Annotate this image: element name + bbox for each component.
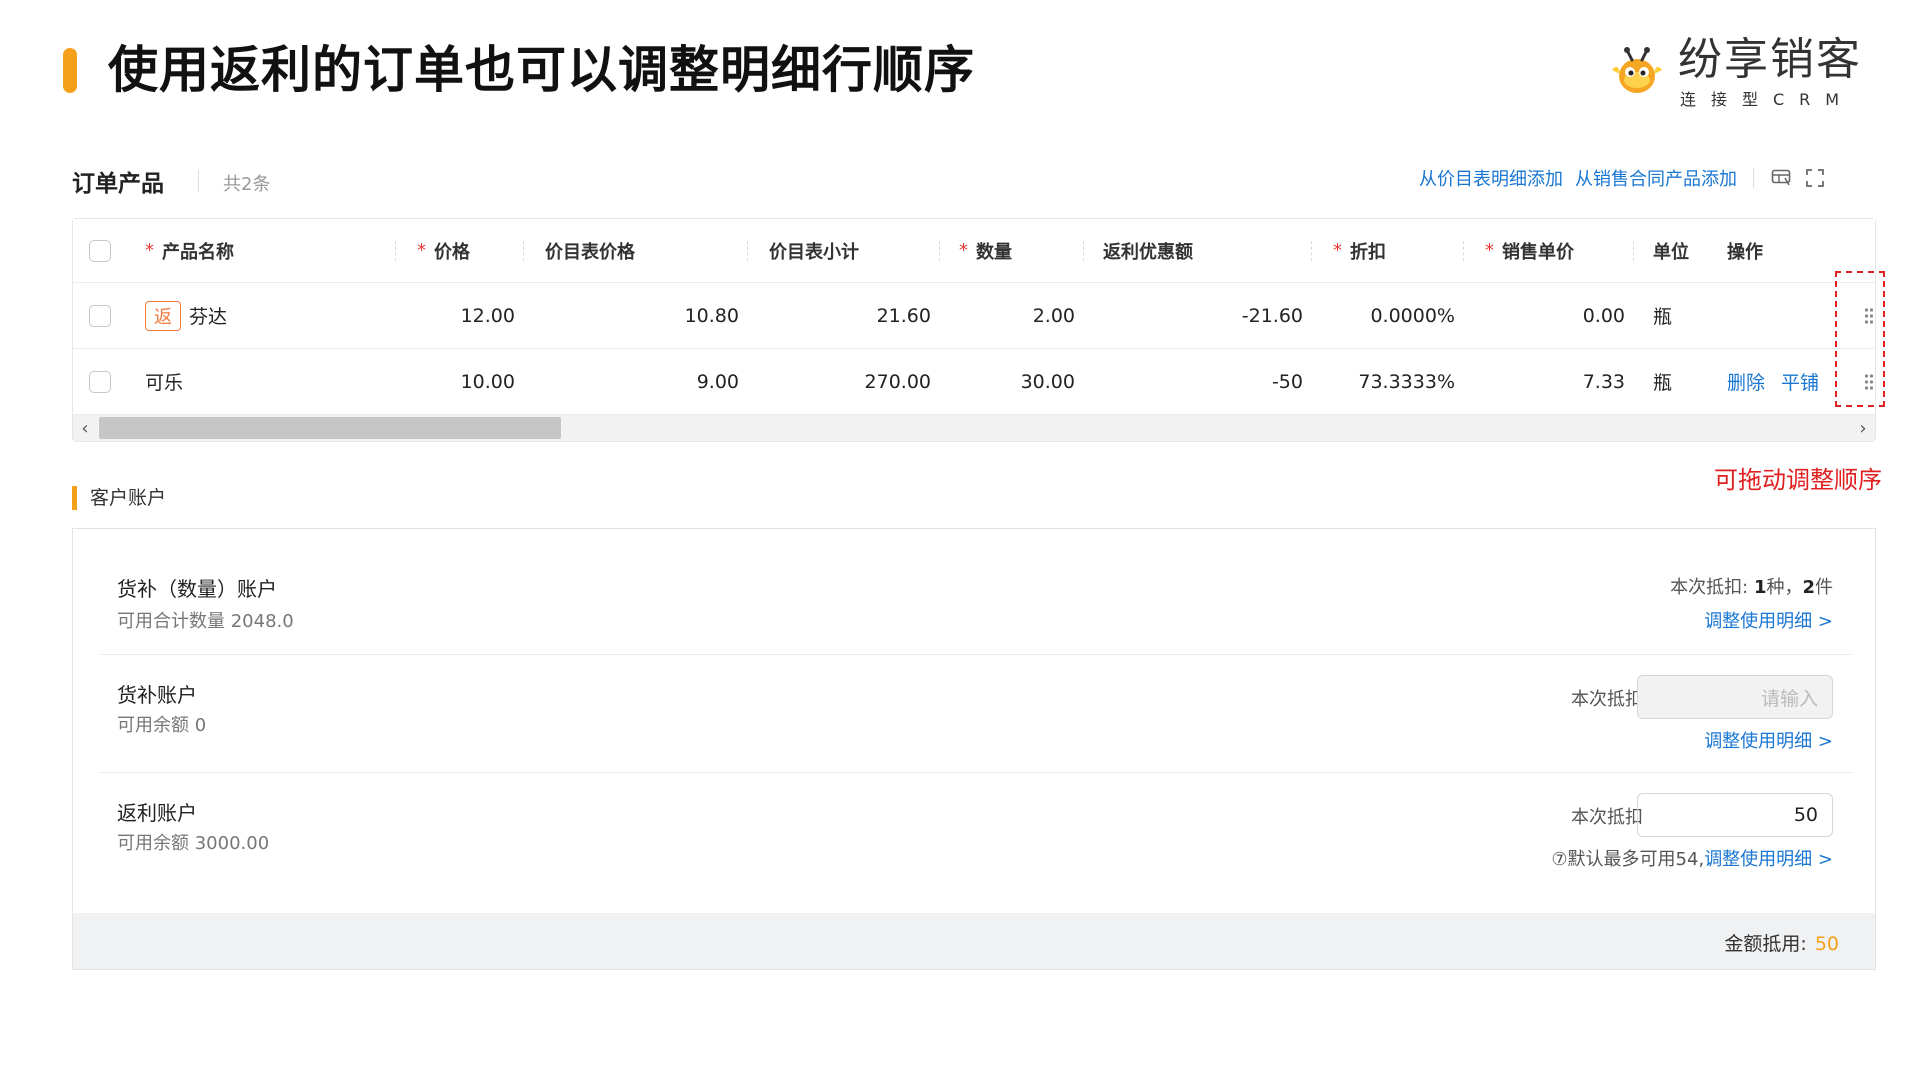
customer-account-panel: 货补（数量）账户 可用合计数量 2048.0 本次抵扣: 1种，2件 调整使用明… [72,528,1876,970]
deduction-total-bar: 金额抵用: 50 [73,913,1875,969]
adjust-details-link[interactable]: 调整使用明细 > [1704,849,1833,870]
unit-cell: 瓶 [1653,372,1673,394]
customer-account-accent [72,486,77,510]
order-products-title: 订单产品 [72,171,164,197]
column-header-list-subtotal: 价目表小计 [769,241,859,263]
list-subtotal-cell: 21.60 [876,304,931,327]
column-header-unit: 单位 [1653,241,1689,263]
column-header-quantity: * 数量 [959,240,1012,263]
product-name-cell: 返 芬达 [145,283,227,348]
product-name: 芬达 [189,306,228,328]
column-header-list-price: 价目表价格 [545,241,635,263]
toolbar-divider [1753,168,1754,188]
add-from-contract-link[interactable]: 从销售合同产品添加 [1575,165,1737,191]
horizontal-scrollbar[interactable]: ‹ › [73,415,1875,441]
quantity-cell[interactable]: 2.00 [953,283,1075,348]
deduct-amount-input[interactable]: 50 [1637,793,1833,837]
deduct-label: 本次抵扣 [1571,689,1643,710]
adjust-details-link[interactable]: 调整使用明细 > [1704,607,1833,633]
column-header-rebate: 返利优惠额 [1103,241,1193,263]
scrollbar-thumb[interactable] [99,417,561,439]
rebate-cell: -50 [1271,370,1303,393]
account-name: 货补（数量）账户 [117,577,277,601]
add-from-price-list-link[interactable]: 从价目表明细添加 [1419,165,1563,191]
column-header-product-name: * 产品名称 [145,240,234,263]
company-logo: 纷享销客 连接型CRM [1606,34,1886,109]
account-name: 返利账户 [117,801,197,825]
column-header-actions: 操作 [1727,241,1763,263]
row-checkbox[interactable] [89,283,111,348]
price-cell[interactable]: 10.00 [413,349,515,414]
table-row: 返 芬达 12.00 10.80 21.60 2.00 -21.60 0.000… [73,283,1875,349]
account-goods-quantity: 货补（数量）账户 可用合计数量 2048.0 本次抵扣: 1种，2件 调整使用明… [99,529,1853,655]
account-balance: 可用余额 3000.00 [117,833,270,854]
rebate-tag: 返 [145,300,181,331]
max-usable-hint: ⑦默认最多可用54, [1551,849,1705,870]
fullscreen-icon[interactable] [1804,167,1826,189]
bee-logo-icon [1612,47,1662,93]
column-header-price: * 价格 [417,240,470,263]
list-price-cell: 10.80 [684,304,739,327]
unit-cell: 瓶 [1653,306,1673,328]
account-balance: 可用合计数量 2048.0 [117,611,294,632]
order-products-toolbar: 从价目表明细添加 从销售合同产品添加 [1419,165,1826,191]
row-checkbox[interactable] [89,349,111,414]
unit-price-cell[interactable]: 7.33 [1481,349,1625,414]
column-header-unit-price: * 销售单价 [1485,240,1574,263]
account-name: 货补账户 [117,683,197,707]
slide-title: 使用返利的订单也可以调整明细行顺序 [108,41,975,99]
rebate-cell: -21.60 [1241,304,1303,327]
unit-price-cell[interactable]: 0.00 [1481,283,1625,348]
list-price-cell: 9.00 [696,370,739,393]
account-balance: 可用余额 0 [117,715,207,736]
column-settings-icon[interactable] [1770,167,1792,189]
select-all-checkbox[interactable] [89,219,111,282]
product-name: 可乐 [145,372,184,394]
account-goods: 货补账户 可用余额 0 本次抵扣 请输入 调整使用明细 > [99,655,1853,773]
discount-cell[interactable]: 0.0000% [1329,283,1455,348]
list-subtotal-cell: 270.00 [864,370,931,393]
deduct-label: 本次抵扣 [1571,807,1643,828]
adjust-details-link[interactable]: 调整使用明细 > [1704,727,1833,753]
order-products-table: * 产品名称 * 价格 价目表价格 价目表小计 * 数量 返利优惠额 * 折扣 * 销售单… [72,218,1876,442]
customer-account-title: 客户账户 [90,487,167,509]
rebate-hint: ⑦默认最多可用54,调整使用明细 > [1551,845,1833,871]
tile-link[interactable]: 平铺 [1781,349,1819,414]
drag-annotation: 可拖动调整顺序 [1714,466,1882,494]
title-accent-bar [63,48,77,93]
account-rebate: 返利账户 可用余额 3000.00 本次抵扣 50 ⑦默认最多可用54,调整使用… [99,773,1853,883]
scroll-left-icon[interactable]: ‹ [73,415,97,441]
logo-wordmark: 纷享销客 [1678,34,1862,85]
deduct-amount-input[interactable]: 请输入 [1637,675,1833,719]
title-divider [198,170,199,192]
deduction-summary: 本次抵扣: 1种，2件 [1670,577,1833,598]
logo-tagline: 连接型CRM [1680,90,1855,109]
column-header-discount: * 折扣 [1333,240,1386,263]
order-products-count: 共2条 [223,174,271,195]
table-row: 可乐 10.00 9.00 270.00 30.00 -50 73.3333% … [73,349,1875,415]
quantity-cell[interactable]: 30.00 [953,349,1075,414]
table-header-row: * 产品名称 * 价格 价目表价格 价目表小计 * 数量 返利优惠额 * 折扣 * 销售单… [73,219,1875,283]
drag-handles-highlight [1835,271,1885,407]
delete-link[interactable]: 删除 [1727,349,1765,414]
price-cell[interactable]: 12.00 [413,283,515,348]
deduction-total: 金额抵用: 50 [1724,933,1839,955]
scroll-right-icon[interactable]: › [1851,415,1875,441]
discount-cell[interactable]: 73.3333% [1329,349,1455,414]
